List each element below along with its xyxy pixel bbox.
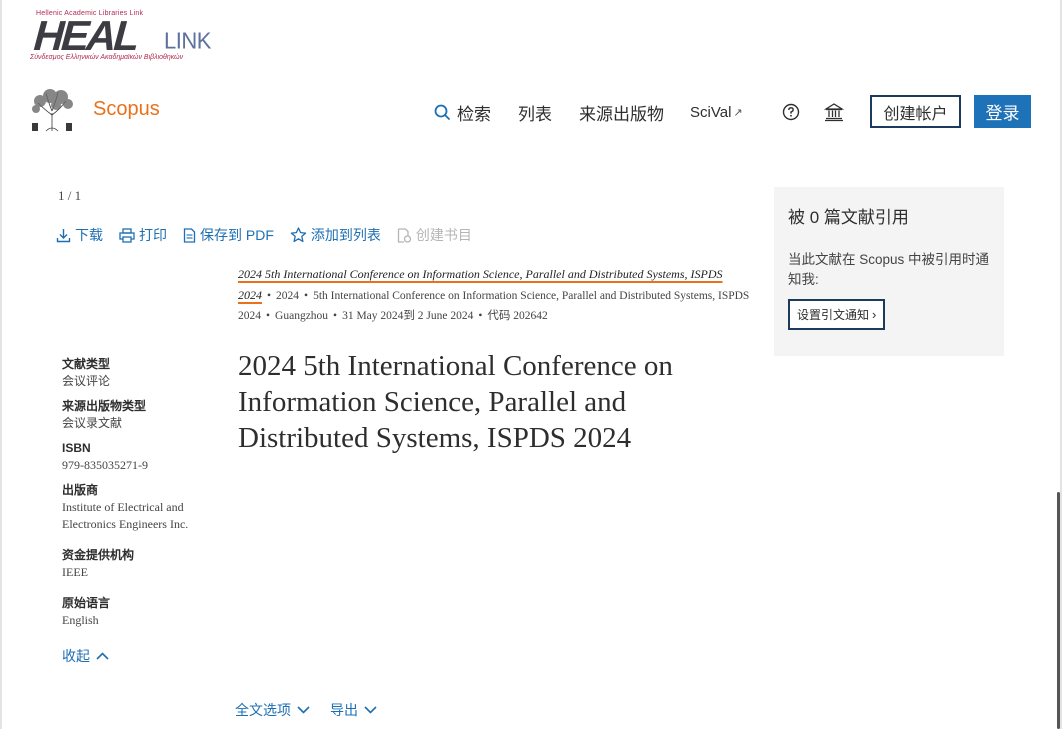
save-pdf-button[interactable]: 保存到 PDF <box>183 225 274 245</box>
citations-title: 被 0 篇文献引用 <box>788 208 909 227</box>
meta-value: Institute of Electrical and Electronics … <box>62 500 189 531</box>
institution-button[interactable] <box>824 95 844 129</box>
meta-publisher: 出版商 Institute of Electrical and Electron… <box>62 482 222 533</box>
source-dates: 31 May 2024到 2 June 2024 <box>342 310 474 322</box>
source-code: 代码 202642 <box>487 310 548 322</box>
meta-label: 文献类型 <box>62 357 111 371</box>
scrollbar[interactable] <box>1057 492 1060 729</box>
save-pdf-label: 保存到 PDF <box>200 227 274 243</box>
star-icon <box>290 227 307 243</box>
download-button[interactable]: 下载 <box>56 225 103 245</box>
add-to-list-label: 添加到列表 <box>310 227 381 243</box>
nav-scival-label: SciVal <box>690 103 732 121</box>
collapse-button[interactable]: 收起 <box>62 646 109 666</box>
meta-value: 会议录文献 <box>62 416 123 430</box>
meta-language: 原始语言 English <box>62 595 222 629</box>
help-icon <box>782 103 800 121</box>
document-metadata: 文献类型 会议评论 来源出版物类型 会议录文献 ISBN 979-8350352… <box>62 356 222 637</box>
search-icon <box>434 104 451 121</box>
heal-link-text: LINK <box>164 27 211 54</box>
meta-source-type: 来源出版物类型 会议录文献 <box>62 398 222 432</box>
print-icon <box>119 227 135 243</box>
citations-panel: 被 0 篇文献引用 当此文献在 Scopus 中被引用时通知我: 设置引文通知 … <box>774 187 1004 356</box>
bibliography-icon <box>397 227 412 243</box>
document-toolbar: 下载 打印 保存到 PDF 添加到列表 创建书目 <box>56 225 488 245</box>
download-icon <box>56 228 71 242</box>
nav-lists[interactable]: 列表 <box>518 95 552 129</box>
export-label: 导出 <box>330 702 358 718</box>
download-label: 下载 <box>75 227 103 243</box>
create-account-button[interactable]: 创建帐户 <box>870 95 961 128</box>
source-reference: 2024 5th International Conference on Inf… <box>238 267 750 322</box>
set-citation-alert-button[interactable]: 设置引文通知 › <box>788 299 886 330</box>
meta-value: IEEE <box>62 565 88 579</box>
pager: 1 / 1 <box>58 188 82 203</box>
meta-value: 会议评论 <box>62 374 111 388</box>
meta-doc-type: 文献类型 会议评论 <box>62 356 222 390</box>
add-to-list-button[interactable]: 添加到列表 <box>290 225 381 245</box>
meta-funding: 资金提供机构 IEEE <box>62 547 222 581</box>
institution-icon <box>824 103 844 122</box>
meta-value: English <box>62 613 99 627</box>
collapse-label: 收起 <box>62 648 90 664</box>
chevron-right-icon: › <box>872 307 877 322</box>
help-button[interactable] <box>782 95 800 129</box>
pdf-icon <box>183 227 196 243</box>
chevron-down-icon <box>364 706 377 714</box>
meta-label: 原始语言 <box>62 596 111 610</box>
bottom-actions: 全文选项 导出 <box>235 700 397 720</box>
nav-scival[interactable]: SciVal ↗ <box>690 95 743 129</box>
full-text-options-button[interactable]: 全文选项 <box>235 700 310 720</box>
heal-main-text: HEAL <box>32 12 139 59</box>
source-location: Guangzhou <box>275 310 329 322</box>
heal-link-logo[interactable]: Hellenic Academic Libraries Link HEAL LI… <box>30 10 211 65</box>
chevron-up-icon <box>96 652 109 660</box>
scopus-brand[interactable]: Scopus <box>93 98 160 121</box>
meta-label: 来源出版物类型 <box>62 399 147 413</box>
chevron-down-icon <box>297 706 310 714</box>
create-bibliography-button[interactable]: 创建书目 <box>397 225 472 245</box>
full-text-options-label: 全文选项 <box>235 702 291 718</box>
heal-bottom-line: Σύνδεσμος Ελληνικών Ακαδημαϊκών Βιβλιοθη… <box>30 54 184 61</box>
source-year: 2024 <box>276 290 300 302</box>
meta-label: 资金提供机构 <box>62 548 135 562</box>
citations-text: 当此文献在 Scopus 中被引用时通知我: <box>788 252 990 287</box>
elsevier-tree-logo[interactable] <box>28 89 76 133</box>
export-button[interactable]: 导出 <box>330 700 377 720</box>
meta-label: ISBN <box>62 441 91 455</box>
meta-label: 出版商 <box>62 483 99 497</box>
print-button[interactable]: 打印 <box>119 225 167 245</box>
document-title: 2024 5th International Conference on Inf… <box>238 350 673 454</box>
set-citation-alert-label: 设置引文通知 <box>797 308 870 322</box>
external-link-icon: ↗ <box>733 106 743 119</box>
create-bibliography-label: 创建书目 <box>415 227 472 243</box>
meta-isbn: ISBN 979-835035271-9 <box>62 440 222 474</box>
nav-search-label: 检索 <box>457 104 491 124</box>
login-button[interactable]: 登录 <box>974 95 1031 128</box>
nav-search[interactable]: 检索 <box>434 95 491 129</box>
nav-sources[interactable]: 来源出版物 <box>579 95 664 129</box>
meta-value: 979-835035271-9 <box>62 458 148 472</box>
print-label: 打印 <box>139 227 167 243</box>
